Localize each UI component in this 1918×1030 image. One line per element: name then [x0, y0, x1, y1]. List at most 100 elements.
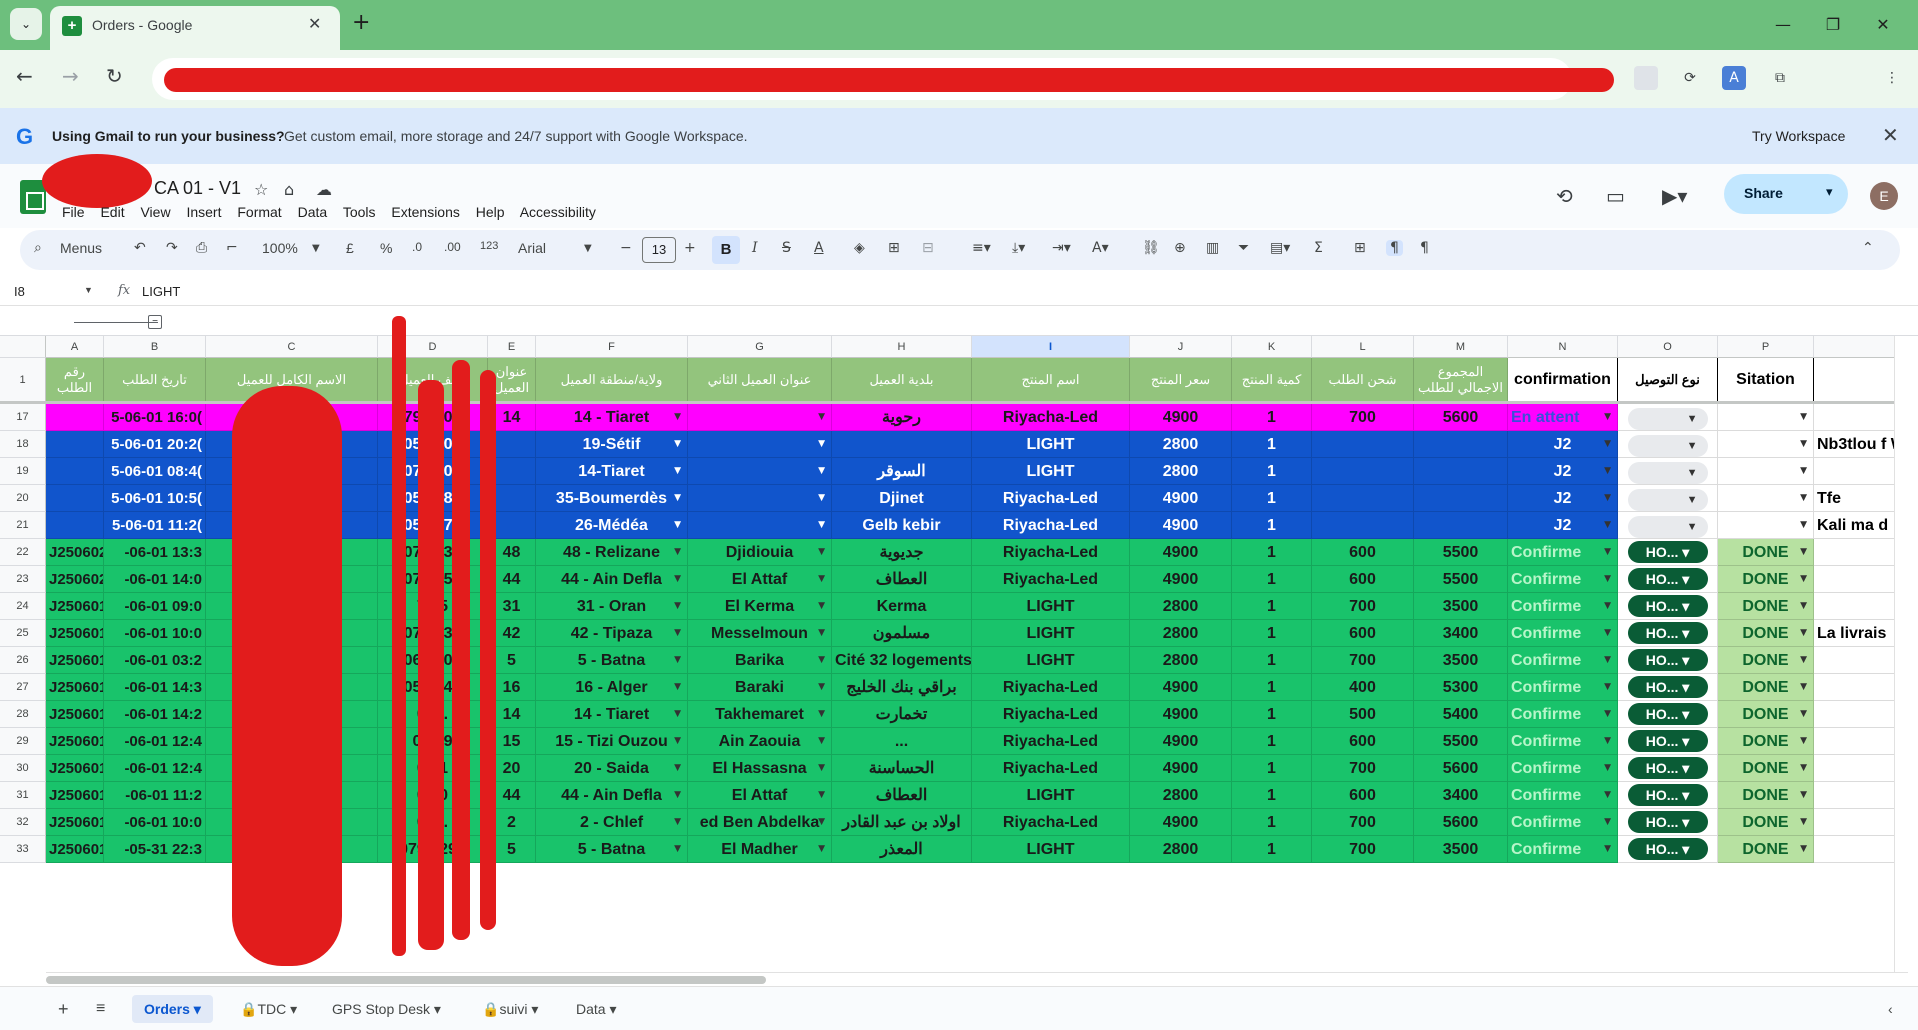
row-header[interactable]: 24: [0, 593, 46, 620]
dropdown-arrow-icon[interactable]: ▼: [1800, 431, 1807, 457]
dropdown-arrow-icon[interactable]: ▼: [1800, 836, 1807, 862]
table-cell[interactable]: LIGHT: [972, 620, 1130, 647]
table-cell[interactable]: Riyacha-Led: [972, 755, 1130, 782]
table-cell[interactable]: J2506025: [46, 566, 104, 593]
table-cell[interactable]: 1: [1232, 485, 1312, 512]
table-cell[interactable]: HO... ▾: [1618, 647, 1718, 674]
table-cell[interactable]: Riyacha-Led: [972, 674, 1130, 701]
table-cell[interactable]: LIGHT: [972, 593, 1130, 620]
table-cell[interactable]: 4900: [1130, 728, 1232, 755]
table-cell[interactable]: 400: [1312, 674, 1414, 701]
row-header[interactable]: 28: [0, 701, 46, 728]
table-cell[interactable]: J2 ▼: [1508, 431, 1618, 458]
table-cell[interactable]: DONE ▼: [1718, 566, 1814, 593]
delivery-type-chip[interactable]: ▼: [1627, 489, 1708, 511]
dropdown-arrow-icon[interactable]: ▼: [818, 512, 825, 538]
table-cell[interactable]: HO... ▾: [1618, 701, 1718, 728]
table-cell[interactable]: J2506015: [46, 620, 104, 647]
table-cell[interactable]: LIGHT: [972, 647, 1130, 674]
table-cell[interactable]: J2506015: [46, 593, 104, 620]
table-cell[interactable]: Baraki ▼: [688, 674, 832, 701]
table-cell[interactable]: ▼: [1718, 458, 1814, 485]
table-cell[interactable]: Confirme ▼: [1508, 539, 1618, 566]
dropdown-arrow-icon[interactable]: ▼: [1800, 539, 1807, 565]
table-cell[interactable]: El Attaf ▼: [688, 566, 832, 593]
table-cell[interactable]: 600: [1312, 782, 1414, 809]
tab-close-icon[interactable]: ✕: [308, 14, 321, 33]
table-cell[interactable]: [832, 431, 972, 458]
dropdown-arrow-icon[interactable]: ▼: [674, 809, 681, 835]
dropdown-arrow-icon[interactable]: ▼: [1604, 809, 1611, 835]
comments-icon[interactable]: ▭: [1606, 184, 1625, 208]
font-dropdown-icon[interactable]: ▼: [584, 243, 592, 254]
column-title-cell[interactable]: رقم الطلب: [46, 358, 104, 402]
table-cell[interactable]: Barika ▼: [688, 647, 832, 674]
column-header-A[interactable]: A: [46, 336, 104, 358]
table-cell[interactable]: 2800: [1130, 620, 1232, 647]
dropdown-arrow-icon[interactable]: ▼: [674, 431, 681, 457]
menu-file[interactable]: File: [62, 204, 85, 220]
vertical-align-icon[interactable]: ⤓▾: [1012, 240, 1025, 256]
table-cell[interactable]: Kerma: [832, 593, 972, 620]
column-title-cell[interactable]: شحن الطلب: [1312, 358, 1414, 402]
meet-video-icon[interactable]: ▶▾: [1662, 184, 1687, 208]
dropdown-arrow-icon[interactable]: ▼: [818, 404, 825, 430]
table-cell[interactable]: J2506015: [46, 782, 104, 809]
table-cell[interactable]: 4900: [1130, 701, 1232, 728]
try-workspace-link[interactable]: Try Workspace: [1752, 128, 1845, 144]
insert-link-icon[interactable]: ⛓: [1142, 240, 1160, 256]
dropdown-arrow-icon[interactable]: ▼: [1604, 566, 1611, 592]
column-title-cell[interactable]: ولاية/منطقة العميل: [536, 358, 688, 402]
dropdown-arrow-icon[interactable]: ▼: [818, 836, 825, 862]
table-cell[interactable]: HO... ▾: [1618, 593, 1718, 620]
table-cell[interactable]: 19-Sétif ▼: [536, 431, 688, 458]
horizontal-scrollbar[interactable]: [46, 972, 1908, 986]
redo-icon[interactable]: ↷: [166, 240, 178, 256]
table-cell[interactable]: Riyacha-Led: [972, 404, 1130, 431]
filter-views-icon[interactable]: ▤▾: [1270, 240, 1290, 256]
row-header[interactable]: 27: [0, 674, 46, 701]
row-header[interactable]: 23: [0, 566, 46, 593]
table-cell[interactable]: Riyacha-Led: [972, 485, 1130, 512]
table-cell[interactable]: 1: [1232, 782, 1312, 809]
italic-icon[interactable]: I: [752, 240, 758, 256]
dropdown-arrow-icon[interactable]: ▼: [1800, 809, 1807, 835]
table-cell[interactable]: ▼: [1618, 458, 1718, 485]
table-cell[interactable]: -06-01 14:3: [104, 674, 206, 701]
table-cell[interactable]: 3500: [1414, 593, 1508, 620]
table-cell[interactable]: 2800: [1130, 431, 1232, 458]
column-header-G[interactable]: G: [688, 336, 832, 358]
maximize-button[interactable]: ❐: [1816, 10, 1850, 40]
table-cell[interactable]: HO... ▾: [1618, 809, 1718, 836]
table-cell[interactable]: HO... ▾: [1618, 755, 1718, 782]
table-cell[interactable]: المعذر: [832, 836, 972, 863]
table-cell[interactable]: 5300: [1414, 674, 1508, 701]
column-header-E[interactable]: E: [488, 336, 536, 358]
bold-button[interactable]: B: [712, 236, 740, 264]
dropdown-arrow-icon[interactable]: ▼: [1800, 755, 1807, 781]
table-cell[interactable]: 5500: [1414, 539, 1508, 566]
dropdown-arrow-icon[interactable]: ▼: [1604, 431, 1611, 457]
table-cell[interactable]: Riyacha-Led: [972, 512, 1130, 539]
dropdown-arrow-icon[interactable]: ▼: [674, 674, 681, 700]
table-cell[interactable]: -06-01 09:0: [104, 593, 206, 620]
menu-tools[interactable]: Tools: [343, 204, 376, 220]
table-cell[interactable]: Riyacha-Led: [972, 566, 1130, 593]
text-rotation-icon[interactable]: A▾: [1092, 240, 1109, 256]
print-icon[interactable]: ⎙: [196, 240, 207, 256]
table-cell[interactable]: 20 - Saida ▼: [536, 755, 688, 782]
table-cell[interactable]: ▼: [688, 431, 832, 458]
table-cell[interactable]: العطاف: [832, 782, 972, 809]
table-cell[interactable]: 14 - Tiaret ▼: [536, 701, 688, 728]
table-cell[interactable]: DONE ▼: [1718, 701, 1814, 728]
table-cell[interactable]: 700: [1312, 593, 1414, 620]
table-cell[interactable]: 2800: [1130, 458, 1232, 485]
table-cell[interactable]: 16 - Alger ▼: [536, 674, 688, 701]
table-cell[interactable]: [46, 404, 104, 431]
table-cell[interactable]: 5-06-01 11:2(: [104, 512, 206, 539]
table-cell[interactable]: El Hassasna ▼: [688, 755, 832, 782]
account-avatar[interactable]: E: [1870, 182, 1898, 210]
percent-format-button[interactable]: %: [380, 240, 392, 256]
table-cell[interactable]: 4900: [1130, 512, 1232, 539]
tab-search-chevron-icon[interactable]: ⌄: [10, 8, 42, 40]
